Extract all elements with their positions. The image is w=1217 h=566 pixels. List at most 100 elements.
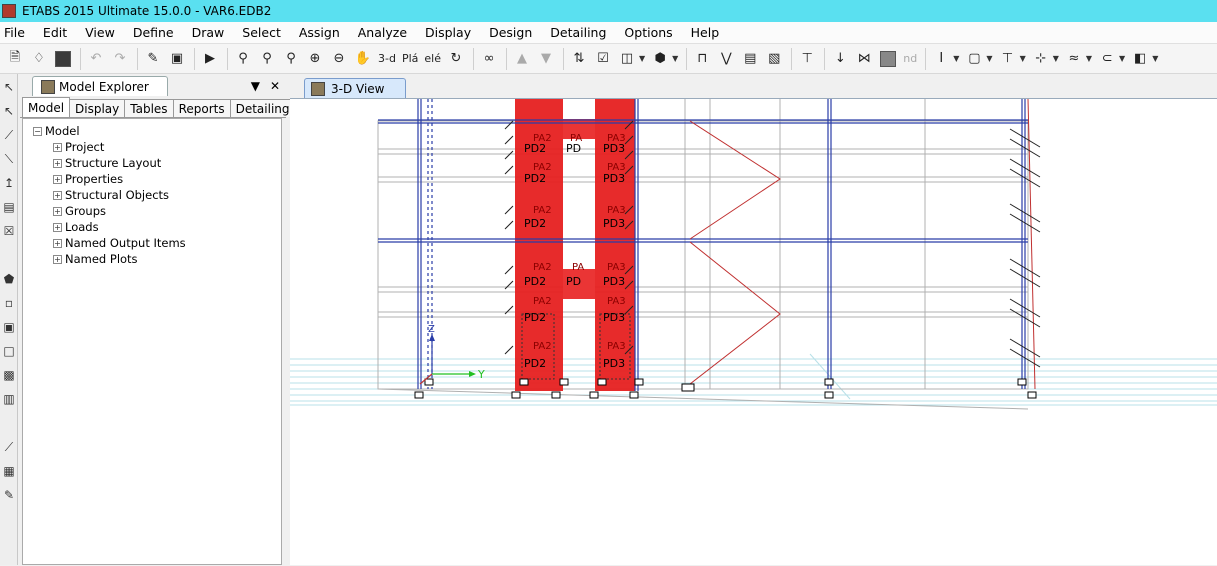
draw-opening-icon[interactable]: ▣ [1, 316, 17, 338]
expand-icon[interactable]: + [53, 158, 62, 168]
tree-node-structural-objects[interactable]: + Structural Objects [23, 187, 281, 203]
tab-detailing[interactable]: Detailing [229, 99, 296, 117]
draw-rect-floor-icon[interactable]: ▫ [1, 292, 17, 314]
draw-wall-stack-icon[interactable]: ▩ [1, 364, 17, 386]
draw-cross-brace-icon[interactable]: ☒ [1, 220, 17, 242]
new-file-icon[interactable]: 🗎 [4, 48, 26, 70]
draw-brace-icon[interactable]: ⟍ [1, 148, 17, 170]
move-up-icon[interactable]: ▲ [511, 48, 533, 70]
draw-wall-icon[interactable]: □ [1, 340, 17, 362]
expand-icon[interactable]: + [53, 254, 62, 264]
plate-icon[interactable]: ◧ [1129, 48, 1151, 70]
plan-view-button[interactable]: Plá [400, 48, 420, 70]
floor-icon[interactable]: ▧ [763, 48, 785, 70]
collapse-icon[interactable]: − [33, 126, 42, 136]
expand-icon[interactable]: + [53, 142, 62, 152]
reshape-icon[interactable]: ↖ [1, 100, 17, 122]
pan-icon[interactable]: ✋ [352, 48, 374, 70]
tree-node-named-plots[interactable]: + Named Plots [23, 251, 281, 267]
dropdown-arrow-icon[interactable]: ▼ [953, 54, 959, 63]
expand-icon[interactable]: + [53, 190, 62, 200]
draw-line-icon[interactable]: ⟋ [1, 124, 17, 146]
tree-node-structure-layout[interactable]: + Structure Layout [23, 155, 281, 171]
menu-design[interactable]: Design [480, 25, 541, 40]
dropdown-arrow-icon[interactable]: ▼ [1119, 54, 1125, 63]
draw-grid-icon[interactable]: ▦ [1, 460, 17, 482]
zoom-in-icon[interactable]: ⊕ [304, 48, 326, 70]
explorer-title-tab[interactable]: Model Explorer [32, 76, 168, 96]
tree-node-properties[interactable]: + Properties [23, 171, 281, 187]
expand-icon[interactable]: + [53, 206, 62, 216]
menu-file[interactable]: File [0, 25, 34, 40]
draw-section-cut-icon[interactable]: ✎ [1, 484, 17, 506]
tree-node-loads[interactable]: + Loads [23, 219, 281, 235]
tree-node-model[interactable]: − Model [23, 123, 281, 139]
run-analysis-icon[interactable]: ▶ [199, 48, 221, 70]
replicate-icon[interactable]: ⇅ [568, 48, 590, 70]
dropdown-arrow-icon[interactable]: ▼ [1086, 54, 1092, 63]
close-icon[interactable]: ✕ [270, 79, 280, 93]
expand-icon[interactable]: + [53, 222, 62, 232]
check-icon[interactable]: ☑ [592, 48, 614, 70]
box-section-icon[interactable]: ▢ [963, 48, 985, 70]
tab-model[interactable]: Model [22, 97, 71, 117]
menu-detailing[interactable]: Detailing [541, 25, 615, 40]
menu-edit[interactable]: Edit [34, 25, 76, 40]
zoom-all-icon[interactable]: ⚲ [280, 48, 302, 70]
wall-icon[interactable]: ▤ [739, 48, 761, 70]
draw-floor-icon[interactable]: ⬟ [1, 268, 17, 290]
tab-reports[interactable]: Reports [172, 99, 231, 117]
menu-assign[interactable]: Assign [290, 25, 349, 40]
zoom-window-icon[interactable]: ⚲ [232, 48, 254, 70]
i-section-icon[interactable]: I [930, 48, 952, 70]
pointer-icon[interactable]: ↖ [1, 76, 17, 98]
undo-icon[interactable]: ↶ [85, 48, 107, 70]
open-file-icon[interactable]: ♢ [28, 48, 50, 70]
dropdown-arrow-icon[interactable]: ▼ [1152, 54, 1158, 63]
menu-draw[interactable]: Draw [183, 25, 234, 40]
dropdown-arrow-icon[interactable]: ▼ [672, 54, 678, 63]
dropdown-arrow-icon[interactable]: ▼ [1053, 54, 1059, 63]
load-icon[interactable]: ↓ [829, 48, 851, 70]
tab-tables[interactable]: Tables [124, 99, 174, 117]
node-button[interactable]: nd [901, 48, 919, 70]
menu-view[interactable]: View [76, 25, 124, 40]
draw-area-icon[interactable]: ▥ [1, 388, 17, 410]
deck-icon[interactable]: ≈ [1063, 48, 1085, 70]
frame-icon[interactable]: ⊓ [691, 48, 713, 70]
etabs-app-icon[interactable] [2, 4, 16, 18]
restraint-icon[interactable]: ⊤ [796, 48, 818, 70]
structure-drawing[interactable]: PA2 PA PA3 PA2 PA3 PA2 PA3 PA2 PA PA3 PA… [290, 99, 1217, 566]
object-shrink-icon[interactable]: ◫ [616, 48, 638, 70]
save-icon[interactable] [52, 48, 74, 70]
draw-dimension-icon[interactable]: ⟋ [1, 436, 17, 458]
menu-display[interactable]: Display [416, 25, 480, 40]
dropdown-arrow-icon[interactable]: ▼ [986, 54, 992, 63]
draw-beam-icon[interactable]: ▤ [1, 196, 17, 218]
rotate-view-icon[interactable]: ↻ [445, 48, 467, 70]
extrude-icon[interactable]: ⬢ [649, 48, 671, 70]
lock-icon[interactable]: ▣ [166, 48, 188, 70]
dropdown-arrow-icon[interactable]: ▼ [639, 54, 645, 63]
draw-column-icon[interactable]: ↥ [1, 172, 17, 194]
menu-help[interactable]: Help [682, 25, 729, 40]
pen-icon[interactable]: ✎ [142, 48, 164, 70]
tab-3d-view[interactable]: 3-D View [304, 78, 406, 98]
mesh-icon[interactable] [877, 48, 899, 70]
glasses-icon[interactable]: ∞ [478, 48, 500, 70]
zoom-out-icon[interactable]: ⊖ [328, 48, 350, 70]
redo-icon[interactable]: ↷ [109, 48, 131, 70]
dropdown-arrow-icon[interactable]: ▼ [251, 79, 260, 93]
view-3d-button[interactable]: 3-d [376, 48, 398, 70]
zoom-restore-icon[interactable]: ⚲ [256, 48, 278, 70]
move-down-icon[interactable]: ▼ [535, 48, 557, 70]
menu-define[interactable]: Define [124, 25, 183, 40]
channel-icon[interactable]: ⊂ [1096, 48, 1118, 70]
menu-options[interactable]: Options [615, 25, 681, 40]
brace-icon[interactable]: ⋁ [715, 48, 737, 70]
tab-display[interactable]: Display [69, 99, 126, 117]
elevation-view-button[interactable]: elé [422, 48, 443, 70]
menu-select[interactable]: Select [233, 25, 290, 40]
expand-icon[interactable]: + [53, 174, 62, 184]
t-section-icon[interactable]: ⊤ [997, 48, 1019, 70]
